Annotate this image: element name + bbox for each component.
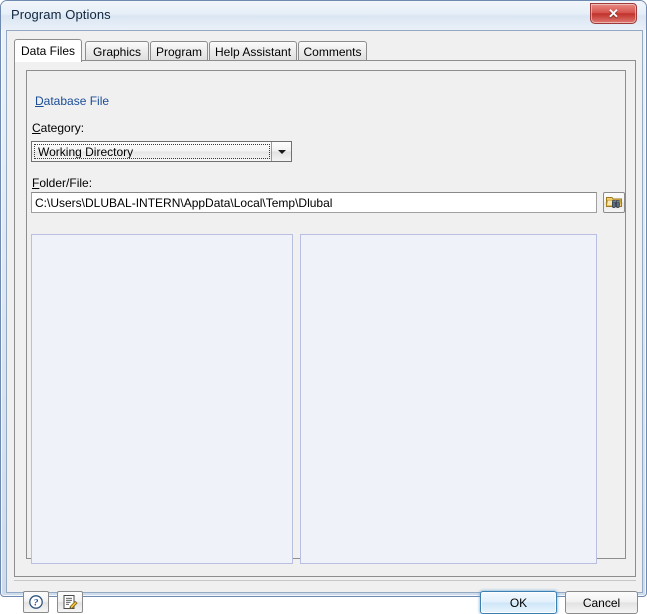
- comment-button[interactable]: [57, 591, 83, 613]
- footer-separator: [14, 580, 636, 581]
- svg-text:?: ?: [34, 599, 39, 609]
- folder-file-label-rest: older/File:: [39, 176, 93, 190]
- close-icon: ✕: [608, 6, 619, 21]
- dialog-window: Program Options ✕ Data Files Graphics Pr…: [0, 0, 647, 614]
- category-combobox-arrow[interactable]: [271, 142, 291, 161]
- chevron-down-icon: [277, 149, 286, 154]
- help-button[interactable]: ?: [23, 591, 49, 613]
- ok-button[interactable]: OK: [480, 591, 557, 614]
- note-pencil-icon: [63, 595, 78, 610]
- tab-label: Comments: [303, 44, 362, 59]
- cancel-button-label: Cancel: [582, 595, 621, 610]
- group-title-accel: D: [35, 94, 44, 108]
- folder-file-value: C:\Users\DLUBAL-INTERN\AppData\Local\Tem…: [35, 195, 333, 210]
- file-list-panel-right[interactable]: [300, 234, 597, 564]
- ok-button-label: OK: [509, 595, 528, 610]
- help-question-icon: ?: [29, 595, 43, 609]
- category-label-rest: ategory:: [40, 121, 85, 135]
- tab-data-files[interactable]: Data Files: [14, 39, 82, 62]
- category-combobox-value-area[interactable]: Working Directory: [34, 144, 270, 159]
- group-box-title: Database File: [35, 94, 109, 108]
- category-label: Category:: [32, 121, 84, 135]
- tab-label: Data Files: [20, 44, 76, 58]
- category-label-accel: C: [32, 121, 41, 135]
- tab-strip: Data Files Graphics Program Help Assista…: [14, 39, 636, 62]
- tab-label: Graphics: [92, 44, 142, 59]
- category-combobox-value: Working Directory: [38, 144, 134, 159]
- tab-help-assistant[interactable]: Help Assistant: [209, 41, 297, 61]
- file-list-panel-left[interactable]: [31, 234, 293, 564]
- folder-file-label: Folder/File:: [32, 176, 92, 190]
- tab-program[interactable]: Program: [150, 41, 208, 61]
- dialog-client: Data Files Graphics Program Help Assista…: [6, 30, 643, 614]
- cancel-button[interactable]: Cancel: [565, 591, 638, 614]
- category-combobox[interactable]: Working Directory: [31, 141, 292, 162]
- browse-folder-button[interactable]: [603, 192, 625, 213]
- window-title: Program Options: [11, 7, 111, 22]
- close-button[interactable]: ✕: [590, 3, 637, 24]
- title-bar[interactable]: Program Options ✕: [1, 1, 646, 30]
- folder-binoculars-icon: [605, 197, 622, 208]
- tab-graphics[interactable]: Graphics: [85, 41, 149, 61]
- tab-label: Help Assistant: [214, 44, 292, 59]
- tab-comments[interactable]: Comments: [298, 41, 367, 61]
- group-title-rest: atabase File: [43, 94, 110, 108]
- folder-file-input[interactable]: C:\Users\DLUBAL-INTERN\AppData\Local\Tem…: [31, 192, 597, 213]
- tab-label: Program: [156, 44, 203, 59]
